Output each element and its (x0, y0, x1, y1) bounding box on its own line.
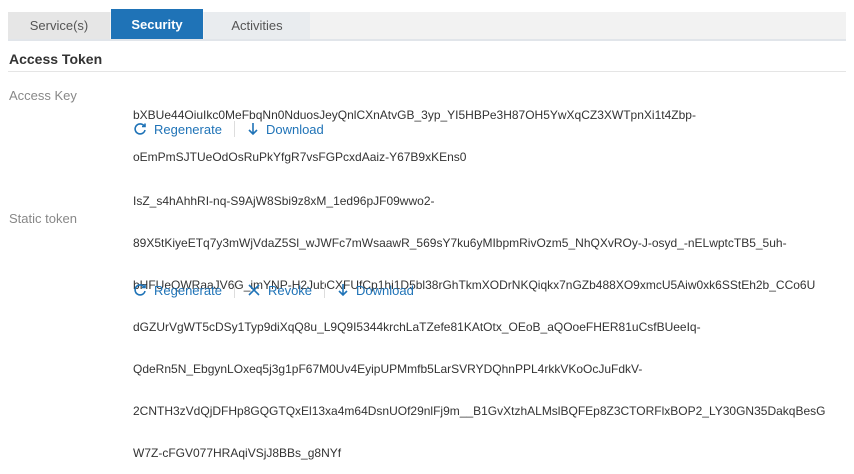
access-key-line: bXBUe44OiuIkc0MeFbqNn0NduosJeyQnlCXnAtvG… (133, 108, 696, 122)
regenerate-access-key-button[interactable]: Regenerate (133, 122, 222, 137)
access-key-line: oEmPmSJTUeOdOsRuPkYfgR7vsFGPcxdAaiz-Y67B… (133, 150, 467, 164)
static-token-line: QdeRn5N_EbgynLOxeq5j3g1pF67M0Uv4EyipUPMm… (133, 362, 643, 376)
static-token-line: dGZUrVgWT5cDSy1Typ9diXqQ8u_L9Q9I5344krch… (133, 320, 701, 334)
static-token-line: 89X5tKiyeETq7y3mWjVdaZ5Sl_wJWFc7mWsaawR_… (133, 236, 787, 250)
refresh-icon (134, 284, 146, 296)
refresh-icon (134, 123, 146, 135)
close-icon (248, 284, 260, 296)
action-separator (324, 282, 326, 298)
static-token-actions: Regenerate Revoke Download (133, 282, 414, 298)
regenerate-static-token-button[interactable]: Regenerate (133, 283, 222, 298)
access-key-actions: Regenerate Download (133, 121, 324, 137)
revoke-static-token-button[interactable]: Revoke (247, 283, 312, 298)
download-static-token-button[interactable]: Download (337, 283, 414, 298)
tab-services[interactable]: Service(s) (8, 12, 110, 39)
download-icon (248, 123, 258, 136)
static-token-line: 2CNTH3zVdQjDFHp8GQGTQxEl13xa4m64DsnUOf29… (133, 404, 826, 418)
section-divider (8, 71, 846, 72)
section-title: Access Token (9, 51, 103, 67)
static-token-line: IsZ_s4hAhhRI-nq-S9AjW8Sbi9z8xM_1ed96pJF0… (133, 194, 435, 208)
action-separator (233, 282, 235, 298)
download-icon (338, 284, 348, 297)
static-token-label: Static token (9, 211, 77, 226)
static-token-line: W7Z-cFGV077HRAqiVSjJ8BBs_g8NYf (133, 446, 342, 460)
regenerate-label: Regenerate (154, 121, 222, 137)
tab-security[interactable]: Security (111, 9, 203, 39)
static-token-value: IsZ_s4hAhhRI-nq-S9AjW8Sbi9z8xM_1ed96pJF0… (133, 166, 846, 474)
download-access-key-button[interactable]: Download (247, 122, 324, 137)
download-label: Download (356, 282, 414, 298)
access-key-label: Access Key (9, 88, 77, 103)
tab-bar: Service(s) Security Activities (8, 9, 846, 39)
regenerate-label: Regenerate (154, 282, 222, 298)
action-separator (233, 121, 235, 137)
tab-underline (8, 39, 846, 41)
tab-activities[interactable]: Activities (204, 12, 310, 39)
download-label: Download (265, 121, 324, 137)
revoke-label: Revoke (267, 282, 313, 298)
